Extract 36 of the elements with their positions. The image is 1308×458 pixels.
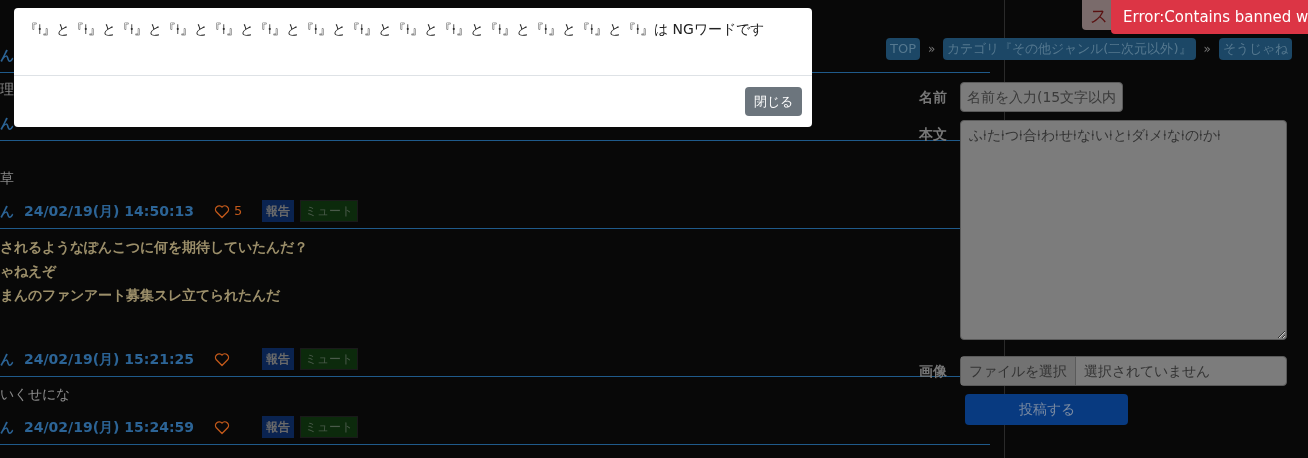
name-label: 名前: [918, 87, 947, 107]
report-button[interactable]: 報告: [262, 348, 294, 370]
post-text: されるようなぽんこつに何を期待していたんだ？: [0, 238, 308, 257]
author-name: ん: [0, 45, 15, 65]
author-name: ん: [0, 417, 15, 437]
close-button[interactable]: 閉じる: [745, 87, 802, 116]
submit-button[interactable]: 投稿する: [965, 394, 1128, 425]
post-text: いくせにな: [0, 385, 70, 404]
error-toast: Error:Contains banned w: [1111, 0, 1308, 34]
post-date: 24/02/19(月) 15:24:59: [24, 417, 195, 437]
name-field[interactable]: 名前を入力(15文字以内: [960, 82, 1123, 112]
body-label: 本文: [918, 125, 947, 144]
author-name: ん: [0, 201, 15, 221]
post-text: 草: [0, 169, 14, 188]
modal-message: 『⍿』と『⍿』と『⍿』と『⍿』と『⍿』と『⍿』と『⍿』と『⍿』と『⍿』と『⍿』と『⍿』と『⍿』と『⍿』と『⍿』は NGワードです: [24, 20, 765, 39]
breadcrumb-separator: »: [1203, 41, 1211, 58]
post-text: ゃねえぞ: [0, 262, 56, 281]
file-choose-button[interactable]: ファイルを選択: [961, 357, 1076, 385]
author-name: ん: [0, 349, 15, 369]
post-date: 24/02/19(月) 14:50:13: [24, 201, 195, 221]
post-date: 24/02/19(月) 15:21:25: [24, 349, 195, 369]
breadcrumb-link[interactable]: TOP: [886, 38, 920, 60]
post-text: 理: [0, 80, 14, 99]
post-text: まんのファンアート募集スレ立てられたんだ: [0, 286, 280, 305]
heart-icon[interactable]: [214, 203, 230, 219]
report-button[interactable]: 報告: [262, 200, 294, 222]
file-status: 選択されていません: [1083, 361, 1211, 381]
heart-icon[interactable]: [214, 351, 230, 367]
body-field[interactable]: ふ⍿た⍿つ⍿合⍿わ⍿せ⍿な⍿い⍿と⍿ダ⍿メ⍿な⍿の⍿か⍿: [960, 120, 1287, 340]
file-input[interactable]: ファイルを選択 選択されていません: [960, 356, 1287, 386]
breadcrumb-separator: »: [928, 41, 936, 58]
like-count: 5: [234, 202, 243, 221]
heart-icon[interactable]: [214, 419, 230, 435]
report-button[interactable]: 報告: [262, 416, 294, 438]
image-label: 画像: [918, 361, 947, 381]
author-name: ん: [0, 113, 15, 133]
